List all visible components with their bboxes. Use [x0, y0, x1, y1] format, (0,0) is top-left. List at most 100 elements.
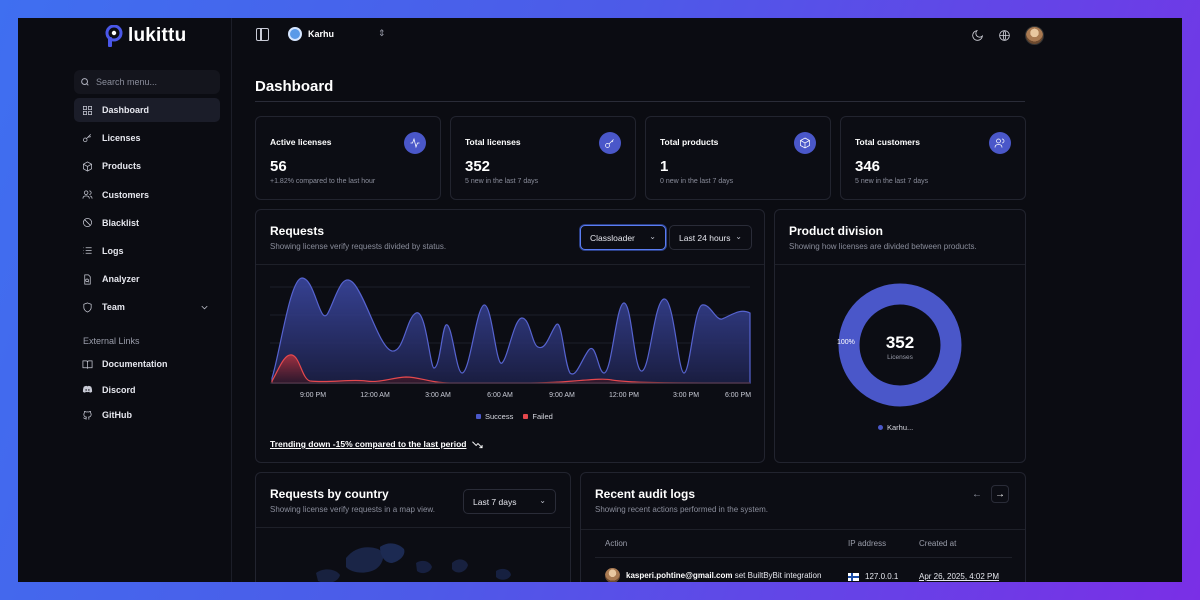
- card-divider: [256, 264, 764, 265]
- sidebar-item-label: Analyzer: [102, 274, 140, 285]
- sidebar-item-label: Customers: [102, 189, 150, 200]
- stat-subtext: +1.82% compared to the last hour: [270, 178, 376, 185]
- column-header-ip[interactable]: IP address: [848, 539, 886, 548]
- audit-next-button[interactable]: →: [991, 485, 1009, 503]
- legend-item-karhu[interactable]: Karhu...: [878, 423, 913, 432]
- app-logo[interactable]: lukittu: [104, 25, 186, 47]
- book-icon: [82, 359, 93, 369]
- card-divider: [581, 529, 1025, 530]
- x-tick-label: 9:00 PM: [300, 392, 326, 399]
- shield-icon: [83, 302, 92, 313]
- donut-total-label: Licenses: [887, 354, 913, 361]
- sidebar-item-documentation[interactable]: Documentation: [74, 352, 220, 376]
- audit-title: Recent audit logs: [595, 487, 696, 501]
- key-icon: [599, 132, 621, 154]
- product-select[interactable]: Classloader ⌄: [580, 225, 666, 250]
- stat-subtext: 5 new in the last 7 days: [465, 178, 539, 185]
- audit-ip-cell: 127.0.0.1: [848, 572, 898, 581]
- sidebar-item-logs[interactable]: Logs: [74, 239, 220, 263]
- page-title: Dashboard: [255, 78, 334, 95]
- stat-subtext: 0 new in the last 7 days: [660, 178, 734, 185]
- audit-action-cell: kasperi.pohtine@gmail.com set BuiltByBit…: [605, 568, 821, 582]
- app-window: lukittu Search menu... Dashboard License…: [18, 18, 1182, 582]
- country-subtitle: Showing license verify requests in a map…: [270, 505, 435, 514]
- legend-item-failed[interactable]: Failed: [523, 412, 553, 421]
- column-header-created[interactable]: Created at: [919, 539, 956, 548]
- discord-icon: [82, 385, 93, 393]
- topbar-actions: [971, 26, 1044, 45]
- stat-value: 56: [270, 158, 287, 175]
- sidebar-item-dashboard[interactable]: Dashboard: [74, 98, 220, 122]
- box-icon: [794, 132, 816, 154]
- table-header-divider: [595, 557, 1012, 558]
- users-icon: [989, 132, 1011, 154]
- legend-item-success[interactable]: Success: [476, 412, 513, 421]
- x-tick-label: 9:00 AM: [549, 392, 575, 399]
- sidebar-item-analyzer[interactable]: Analyzer: [74, 267, 220, 291]
- x-tick-label: 3:00 AM: [425, 392, 451, 399]
- chevron-down-icon[interactable]: [199, 302, 210, 313]
- audit-ip: 127.0.0.1: [865, 572, 899, 581]
- chevron-down-icon: ⌄: [649, 232, 656, 241]
- chevron-updown-icon[interactable]: ⇕: [378, 28, 386, 39]
- requests-subtitle: Showing license verify requests divided …: [270, 242, 447, 251]
- sidebar-item-blacklist[interactable]: Blacklist: [74, 211, 220, 235]
- stat-card-total-licenses: Total licenses 352 5 new in the last 7 d…: [450, 116, 636, 200]
- search-input[interactable]: Search menu...: [74, 70, 220, 94]
- sidebar-item-products[interactable]: Products: [74, 154, 220, 178]
- team-avatar: [288, 27, 302, 41]
- product-select-value: Classloader: [590, 232, 635, 243]
- x-tick-label: 12:00 AM: [360, 392, 390, 399]
- box-icon: [83, 161, 92, 172]
- activity-icon: [404, 132, 426, 154]
- card-divider: [775, 264, 1025, 265]
- moon-icon[interactable]: [971, 29, 984, 42]
- grid-icon: [83, 105, 92, 115]
- requests-card: Requests Showing license verify requests…: [255, 209, 765, 463]
- audit-user[interactable]: kasperi.pohtine@gmail.com: [626, 571, 733, 580]
- audit-prev-button[interactable]: ←: [968, 485, 986, 503]
- stat-value: 346: [855, 158, 881, 175]
- sidebar-item-licenses[interactable]: Licenses: [74, 126, 220, 150]
- app-name: lukittu: [128, 25, 187, 46]
- chevron-down-icon: ⌄: [735, 232, 742, 241]
- sidebar-item-discord[interactable]: Discord: [74, 378, 220, 402]
- external-links: Documentation Discord GitHub: [74, 352, 220, 429]
- sidebar-item-github[interactable]: GitHub: [74, 403, 220, 427]
- sidebar-item-customers[interactable]: Customers: [74, 183, 220, 207]
- title-divider: [255, 101, 1025, 102]
- product-division-subtitle: Showing how licenses are divided between…: [789, 242, 977, 251]
- range-select-value: Last 24 hours: [679, 232, 731, 243]
- requests-area-chart: 9:00 PM 12:00 AM 3:00 AM 6:00 AM 9:00 AM…: [270, 277, 751, 399]
- search-icon: [81, 78, 89, 86]
- sidebar-item-label: Documentation: [102, 359, 168, 369]
- stat-subtext: 5 new in the last 7 days: [855, 178, 929, 185]
- world-map[interactable]: [296, 533, 536, 582]
- user-avatar[interactable]: [1025, 26, 1044, 45]
- audit-created-cell[interactable]: Apr 26, 2025, 4:02 PM: [919, 572, 999, 581]
- sidebar: lukittu Search menu... Dashboard License…: [18, 18, 232, 582]
- x-tick-label: 3:00 PM: [673, 392, 699, 399]
- donut-total: 352: [886, 333, 914, 352]
- product-division-title: Product division: [789, 224, 884, 238]
- sidebar-item-label: Products: [102, 161, 142, 172]
- audit-created: Apr 26, 2025, 4:02 PM: [919, 572, 1000, 581]
- sidebar-item-label: Dashboard: [102, 105, 150, 115]
- country-range-value: Last 7 days: [473, 496, 517, 507]
- country-title: Requests by country: [270, 487, 389, 501]
- x-tick-label: 6:00 AM: [487, 392, 513, 399]
- search-placeholder: Search menu...: [96, 77, 158, 87]
- range-select[interactable]: Last 24 hours ⌄: [669, 225, 752, 250]
- series-success-area: [271, 277, 751, 384]
- topbar: Karhu ⇕: [232, 18, 1182, 54]
- audit-subtitle: Showing recent actions performed in the …: [595, 505, 768, 514]
- country-range-select[interactable]: Last 7 days ⌄: [463, 489, 556, 514]
- sidebar-toggle-icon[interactable]: [256, 28, 269, 41]
- trend-link[interactable]: Trending down -15% compared to the last …: [270, 439, 484, 449]
- team-switcher[interactable]: Karhu: [288, 27, 334, 41]
- donut-legend: Karhu...: [878, 423, 913, 432]
- team-name: Karhu: [308, 29, 335, 39]
- column-header-action[interactable]: Action: [605, 539, 627, 548]
- sidebar-item-team[interactable]: Team: [74, 295, 220, 319]
- globe-icon[interactable]: [998, 29, 1011, 42]
